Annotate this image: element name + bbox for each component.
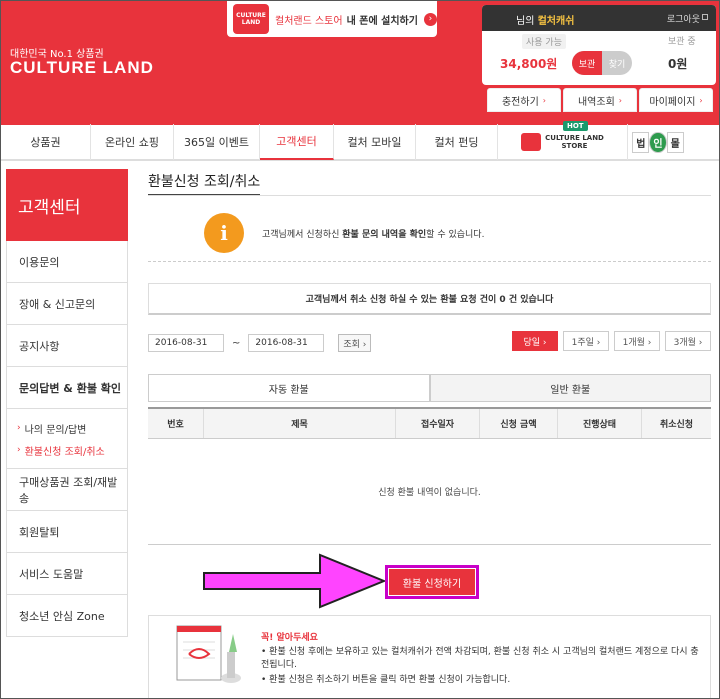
mypage-tab-label: 마이페이지 xyxy=(649,96,696,108)
user-suffix: 님의 xyxy=(516,16,535,27)
corp-mall-char-2: 인 xyxy=(649,131,667,153)
toggle-find[interactable]: 찾기 xyxy=(602,51,632,75)
store-name: CULTURE LAND xyxy=(545,134,604,142)
app-banner-store: 컬처랜드 스토어 xyxy=(275,15,343,27)
info-notice: i 고객님께서 신청하신 환불 문의 내역을 확인할 수 있습니다. xyxy=(148,211,711,255)
empty-message: 신청 환불 내역이 없습니다. xyxy=(148,439,711,545)
user-cash-box: 님의 컬처캐쉬 로그아웃 사용 가능 보관 중 34,800원 보관 찾기 0원 xyxy=(482,5,716,85)
page-frame: 대한민국 No.1 상품권 CULTURE LAND CULTURE LAND … xyxy=(0,0,720,699)
annotation-arrow-icon xyxy=(203,553,387,609)
col-amount: 신청 금액 xyxy=(480,409,558,438)
memo-pad-icon xyxy=(176,625,241,683)
chevron-right-icon: › xyxy=(542,95,546,105)
keep-label: 보관 중 xyxy=(668,37,696,47)
chevron-right-icon: › xyxy=(17,445,21,455)
page-title: 환불신청 조회/취소 xyxy=(148,171,261,196)
nav-culture-mobile[interactable]: 컬처 모바일 xyxy=(334,124,416,160)
store-logo-icon xyxy=(521,133,542,151)
col-date: 접수일자 xyxy=(396,409,480,438)
date-to-input[interactable]: 2016-08-31 xyxy=(248,334,325,352)
logout-icon[interactable] xyxy=(702,14,708,20)
period-1month-button[interactable]: 1개월 › xyxy=(614,331,660,351)
caution-box: 꼭! 알아두세요 • 환불 신청 후에는 보유하고 있는 컬처캐쉬가 전액 차감… xyxy=(148,615,711,698)
charge-tab-label: 충전하기 xyxy=(501,96,539,108)
date-from-input[interactable]: 2016-08-31 xyxy=(148,334,224,352)
user-cash-header: 님의 컬처캐쉬 로그아웃 xyxy=(482,5,716,31)
refund-count-box: 고객님께서 취소 신청 하실 수 있는 환불 요청 건이 0 건 있습니다 xyxy=(148,283,711,315)
period-1week-button[interactable]: 1주일 › xyxy=(563,331,609,351)
history-tab-label: 내역조회 xyxy=(577,96,615,108)
sidebar-item-answers-refund[interactable]: 문의답변 & 환불 확인 xyxy=(6,367,128,409)
col-status: 진행상태 xyxy=(558,409,642,438)
app-install-banner[interactable]: CULTURE LAND 컬처랜드 스토어 내 폰에 설치하기 › xyxy=(227,1,437,37)
main-nav: 상품권 온라인 쇼핑 365일 이벤트 고객센터 컬처 모바일 컬처 펀딩 CU… xyxy=(1,124,719,161)
sidebar-sub-my-inquiry[interactable]: › 나의 문의/답변 xyxy=(17,417,117,439)
period-today-button[interactable]: 당일 › xyxy=(512,331,558,351)
date-separator: ~ xyxy=(232,337,241,349)
sidebar-title: 고객센터 xyxy=(6,169,128,241)
top-header: 대한민국 No.1 상품권 CULTURE LAND CULTURE LAND … xyxy=(1,1,719,125)
caution-item-2: • 환불 신청은 취소하기 버튼을 클릭 하면 환불 신청이 가능합니다. xyxy=(261,675,511,685)
app-logo-icon: CULTURE LAND xyxy=(233,4,269,34)
divider xyxy=(148,261,711,262)
refund-type-tabs: 자동 환불 일반 환불 xyxy=(148,374,711,402)
sidebar-item-report[interactable]: 장애 & 신고문의 xyxy=(6,283,128,325)
tab-general-refund[interactable]: 일반 환불 xyxy=(429,374,711,402)
app-banner-install: 내 폰에 설치하기 xyxy=(346,15,418,27)
caution-item-1: • 환불 신청 후에는 보유하고 있는 컬처캐쉬가 전액 차감되며, 환불 신청… xyxy=(261,647,699,670)
history-tab[interactable]: 내역조회 › xyxy=(563,88,637,112)
nav-365-event[interactable]: 365일 이벤트 xyxy=(174,124,260,160)
store-suffix: STORE xyxy=(561,142,588,150)
info-icon: i xyxy=(204,213,244,253)
date-filter-row: 2016-08-31 ~ 2016-08-31 조회 › 당일 › 1주일 › … xyxy=(148,331,711,355)
col-number: 번호 xyxy=(148,409,204,438)
period-buttons: 당일 › 1주일 › 1개월 › 3개월 › xyxy=(507,331,711,351)
nav-culture-funding[interactable]: 컬처 펀딩 xyxy=(416,124,498,160)
apply-refund-button[interactable]: 환불 신청하기 xyxy=(385,565,479,599)
period-3month-button[interactable]: 3개월 › xyxy=(665,331,711,351)
chevron-right-icon: › xyxy=(17,423,21,433)
refund-table: 번호 제목 접수일자 신청 금액 진행상태 취소신청 신청 환불 내역이 없습니… xyxy=(148,407,711,545)
chevron-right-icon: › xyxy=(423,12,437,26)
nav-customer-center[interactable]: 고객센터 xyxy=(260,124,334,160)
sidebar-sub-refund-lookup[interactable]: › 환불신청 조회/취소 xyxy=(17,439,117,461)
cash-name: 컬처캐쉬 xyxy=(537,16,575,27)
sidebar-item-withdraw[interactable]: 회원탈퇴 xyxy=(6,511,128,553)
divider xyxy=(148,195,711,196)
mypage-tab[interactable]: 마이페이지 › xyxy=(639,88,713,112)
notice-text: 고객님께서 신청하신 환불 문의 내역을 확인할 수 있습니다. xyxy=(262,229,485,240)
sidebar-item-help[interactable]: 서비스 도움말 xyxy=(6,553,128,595)
sidebar-submenu: › 나의 문의/답변 › 환불신청 조회/취소 xyxy=(6,409,128,469)
col-title: 제목 xyxy=(204,409,396,438)
sidebar: 고객센터 이용문의 장애 & 신고문의 공지사항 문의답변 & 환불 확인 › 나… xyxy=(6,169,128,637)
caution-title: 꼭! 알아두세요 xyxy=(261,633,318,643)
col-cancel: 취소신청 xyxy=(659,420,694,430)
corp-mall-char-3: 몰 xyxy=(666,131,684,153)
chevron-right-icon: › xyxy=(699,95,703,105)
sidebar-item-inquiry[interactable]: 이용문의 xyxy=(6,241,128,283)
nav-gift-card[interactable]: 상품권 xyxy=(1,124,91,160)
keep-amount: 0원 xyxy=(668,57,688,71)
corp-mall-char-1: 법 xyxy=(632,131,650,153)
table-header: 번호 제목 접수일자 신청 금액 진행상태 취소신청 xyxy=(148,407,711,439)
sidebar-item-youth-zone[interactable]: 청소년 안심 Zone xyxy=(6,595,128,637)
hot-badge: HOT xyxy=(563,121,588,131)
sidebar-item-notice[interactable]: 공지사항 xyxy=(6,325,128,367)
sidebar-item-purchase-lookup[interactable]: 구매상품권 조회/재발송 xyxy=(6,469,128,511)
nav-corporate-mall[interactable]: 법 인 몰 xyxy=(628,124,688,160)
charge-tab[interactable]: 충전하기 › xyxy=(487,88,561,112)
nav-online-shopping[interactable]: 온라인 쇼핑 xyxy=(91,124,174,160)
header-subtabs: 충전하기 › 내역조회 › 마이페이지 › xyxy=(487,88,715,112)
query-button[interactable]: 조회 › xyxy=(338,334,372,352)
brand-logo[interactable]: CULTURE LAND xyxy=(10,58,154,78)
toggle-keep[interactable]: 보관 xyxy=(572,51,602,75)
keep-find-toggle[interactable]: 보관 찾기 xyxy=(572,51,632,75)
main-content: 환불신청 조회/취소 i 고객님께서 신청하신 환불 문의 내역을 확인할 수 … xyxy=(148,171,711,698)
tab-auto-refund[interactable]: 자동 환불 xyxy=(148,374,430,402)
available-label: 사용 가능 xyxy=(522,34,566,49)
available-amount: 34,800원 xyxy=(500,57,558,71)
logout-link[interactable]: 로그아웃 xyxy=(667,12,700,25)
chevron-right-icon: › xyxy=(618,95,622,105)
